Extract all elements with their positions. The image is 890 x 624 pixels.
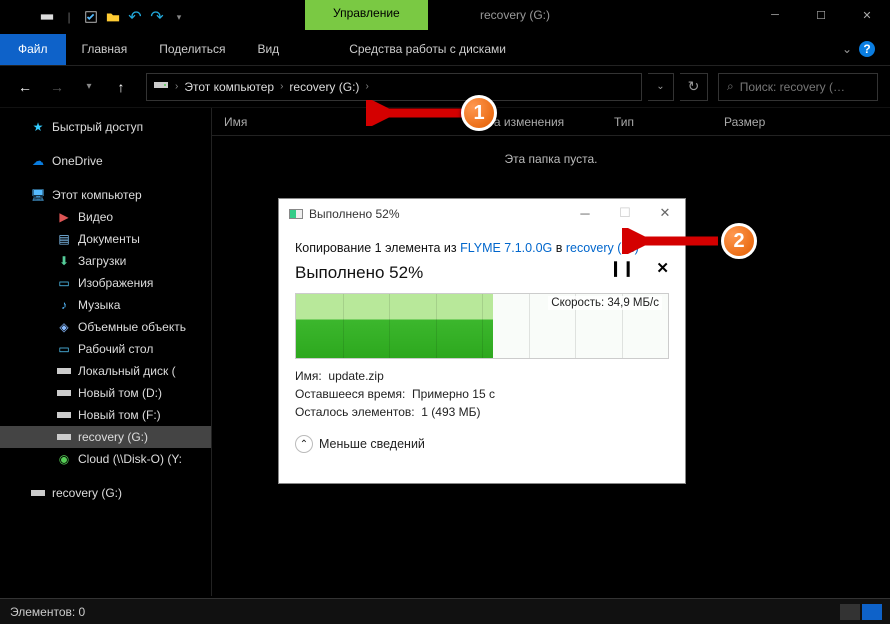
annotation-callout-2: 2 bbox=[721, 223, 757, 259]
copy-icon bbox=[289, 209, 303, 219]
sidebar-item-this-pc[interactable]: 🖥Этот компьютер bbox=[0, 184, 211, 206]
column-type[interactable]: Тип bbox=[602, 115, 712, 129]
svg-text:?: ? bbox=[863, 42, 870, 56]
empty-folder-message: Эта папка пуста. bbox=[212, 152, 890, 166]
video-icon: ▶ bbox=[56, 209, 72, 225]
annotation-arrow-2 bbox=[622, 228, 722, 254]
download-icon: ⬇ bbox=[56, 253, 72, 269]
qat-separator: | bbox=[62, 10, 76, 24]
sidebar-item-music[interactable]: ♪Музыка bbox=[0, 294, 211, 316]
qat-drive-icon bbox=[40, 10, 54, 24]
tab-home[interactable]: Главная bbox=[66, 34, 144, 65]
copy-details: Имя: update.zip Оставшееся время: Пример… bbox=[295, 367, 669, 421]
dialog-title-text: Выполнено 52% bbox=[309, 207, 400, 221]
back-button[interactable]: ← bbox=[12, 74, 38, 100]
sidebar-item-local-disk-c[interactable]: Локальный диск ( bbox=[0, 360, 211, 382]
address-bar[interactable]: › Этот компьютер › recovery (G:) › bbox=[146, 73, 642, 101]
qat-check-icon[interactable] bbox=[84, 10, 98, 24]
column-headers: Имя Дата изменения Тип Размер bbox=[212, 108, 890, 136]
drive-icon bbox=[56, 407, 72, 423]
maximize-button[interactable]: ☐ bbox=[798, 0, 844, 30]
chevron-up-icon: ⌃ bbox=[295, 435, 313, 453]
copy-source-link[interactable]: FLYME 7.1.0.0G bbox=[460, 241, 552, 255]
sidebar-item-desktop[interactable]: ▭Рабочий стол bbox=[0, 338, 211, 360]
breadcrumb-leaf[interactable]: recovery (G:) bbox=[289, 80, 359, 94]
breadcrumb-root[interactable]: Этот компьютер bbox=[184, 80, 274, 94]
column-size[interactable]: Размер bbox=[712, 115, 802, 129]
view-details-button[interactable] bbox=[840, 604, 860, 620]
window-title: recovery (G:) bbox=[480, 8, 550, 22]
progress-graph: Скорость: 34,9 МБ/с bbox=[295, 293, 669, 359]
dialog-close-button[interactable]: ✕ bbox=[645, 199, 685, 227]
view-icons-button[interactable] bbox=[862, 604, 882, 620]
drive-icon bbox=[56, 385, 72, 401]
address-history-button[interactable]: ⌄ bbox=[648, 73, 674, 101]
pause-button[interactable]: ❙❙ bbox=[609, 259, 634, 277]
refresh-button[interactable]: ↻ bbox=[680, 73, 708, 101]
ribbon-context-tab-manage[interactable]: Управление bbox=[305, 0, 428, 30]
copy-speed-label: Скорость: 34,9 МБ/с bbox=[548, 296, 662, 310]
pc-icon: 🖥 bbox=[30, 187, 46, 203]
search-input[interactable]: ⌕ Поиск: recovery (… bbox=[718, 73, 878, 101]
picture-icon: ▭ bbox=[56, 275, 72, 291]
navigation-pane: ★Быстрый доступ ☁OneDrive 🖥Этот компьюте… bbox=[0, 108, 212, 596]
sidebar-item-downloads[interactable]: ⬇Загрузки bbox=[0, 250, 211, 272]
tab-share[interactable]: Поделиться bbox=[143, 34, 241, 65]
status-item-count: Элементов: 0 bbox=[10, 605, 85, 619]
annotation-arrow-1 bbox=[366, 100, 466, 126]
sidebar-item-volume-f[interactable]: Новый том (F:) bbox=[0, 404, 211, 426]
help-icon[interactable]: ? bbox=[858, 40, 876, 58]
music-icon: ♪ bbox=[56, 297, 72, 313]
annotation-callout-1: 1 bbox=[461, 95, 497, 131]
ribbon-tabs: Файл Главная Поделиться Вид Средства раб… bbox=[0, 34, 890, 66]
document-icon: ▤ bbox=[56, 231, 72, 247]
star-icon: ★ bbox=[30, 119, 46, 135]
forward-button[interactable]: → bbox=[44, 74, 70, 100]
quick-access-toolbar: | ↶ ↷ ▾ bbox=[0, 10, 186, 24]
sidebar-item-volume-d[interactable]: Новый том (D:) bbox=[0, 382, 211, 404]
up-button[interactable]: ↑ bbox=[108, 74, 134, 100]
chevron-right-icon[interactable]: › bbox=[173, 81, 180, 92]
drive-icon bbox=[30, 485, 46, 501]
search-placeholder: Поиск: recovery (… bbox=[740, 80, 845, 94]
search-icon: ⌕ bbox=[727, 79, 734, 94]
qat-folder-icon[interactable] bbox=[106, 10, 120, 24]
dialog-titlebar[interactable]: Выполнено 52% ─ ☐ ✕ bbox=[279, 199, 685, 229]
cube-icon: ◈ bbox=[56, 319, 72, 335]
tab-view[interactable]: Вид bbox=[241, 34, 295, 65]
drive-icon bbox=[56, 429, 72, 445]
desktop-icon: ▭ bbox=[56, 341, 72, 357]
sidebar-item-onedrive[interactable]: ☁OneDrive bbox=[0, 150, 211, 172]
recent-locations-button[interactable]: ▾ bbox=[76, 74, 102, 100]
sidebar-item-3d-objects[interactable]: ◈Объемные объекть bbox=[0, 316, 211, 338]
minimize-button[interactable]: ─ bbox=[752, 0, 798, 30]
qat-dropdown-icon[interactable]: ▾ bbox=[172, 10, 186, 24]
sidebar-item-recovery-g-root[interactable]: recovery (G:) bbox=[0, 482, 211, 504]
copy-description: Копирование 1 элемента из FLYME 7.1.0.0G… bbox=[295, 241, 669, 255]
chevron-right-icon[interactable]: › bbox=[363, 81, 370, 92]
drive-icon bbox=[56, 363, 72, 379]
qat-redo-icon[interactable]: ↷ bbox=[150, 10, 164, 24]
drive-icon bbox=[153, 77, 169, 96]
chevron-right-icon[interactable]: › bbox=[278, 81, 285, 92]
sidebar-item-quick-access[interactable]: ★Быстрый доступ bbox=[0, 116, 211, 138]
network-drive-icon: ◉ bbox=[56, 451, 72, 467]
tab-drive-tools[interactable]: Средства работы с дисками bbox=[333, 34, 522, 65]
sidebar-item-videos[interactable]: ▶Видео bbox=[0, 206, 211, 228]
close-button[interactable]: ✕ bbox=[844, 0, 890, 30]
dialog-minimize-button[interactable]: ─ bbox=[565, 199, 605, 227]
fewer-details-button[interactable]: ⌃ Меньше сведений bbox=[295, 435, 669, 453]
sidebar-item-recovery-g[interactable]: recovery (G:) bbox=[0, 426, 211, 448]
status-bar: Элементов: 0 bbox=[0, 598, 890, 624]
qat-undo-icon[interactable]: ↶ bbox=[128, 10, 142, 24]
sidebar-item-pictures[interactable]: ▭Изображения bbox=[0, 272, 211, 294]
sidebar-item-documents[interactable]: ▤Документы bbox=[0, 228, 211, 250]
titlebar: | ↶ ↷ ▾ Управление recovery (G:) ─ ☐ ✕ bbox=[0, 0, 890, 34]
sidebar-item-cloud-y[interactable]: ◉Cloud (\\Disk-O) (Y: bbox=[0, 448, 211, 470]
expand-ribbon-icon[interactable]: ⌄ bbox=[842, 42, 852, 56]
tab-file[interactable]: Файл bbox=[0, 34, 66, 65]
cloud-icon: ☁ bbox=[30, 153, 46, 169]
cancel-button[interactable]: ✕ bbox=[656, 259, 669, 277]
dialog-maximize-button: ☐ bbox=[605, 199, 645, 227]
